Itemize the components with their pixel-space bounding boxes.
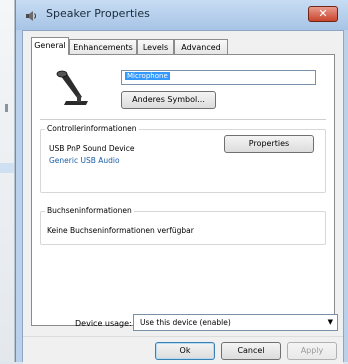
title-bar[interactable]: Speaker Properties ✕ bbox=[16, 0, 348, 30]
tab-general-label: General bbox=[34, 41, 66, 50]
speaker-properties-dialog: Speaker Properties ✕ General Enhancement… bbox=[15, 0, 348, 364]
apply-button[interactable]: Apply bbox=[287, 342, 337, 360]
tab-enhancements[interactable]: Enhancements bbox=[69, 39, 137, 54]
jack-info-group: Buchseninformationen Keine Buchseninform… bbox=[40, 206, 326, 245]
cancel-button-label: Cancel bbox=[237, 346, 265, 355]
device-name-input[interactable]: Microphone bbox=[121, 70, 316, 85]
driver-link[interactable]: Generic USB Audio bbox=[49, 156, 120, 165]
device-usage-value: Use this device (enable) bbox=[140, 318, 231, 327]
background-selection-strip bbox=[0, 163, 14, 173]
chevron-down-icon: ▼ bbox=[327, 318, 333, 326]
controller-info-legend: Controllerinformationen bbox=[45, 124, 139, 133]
tab-advanced[interactable]: Advanced bbox=[174, 39, 228, 54]
change-icon-button[interactable]: Anderes Symbol... bbox=[121, 91, 216, 109]
close-button[interactable]: ✕ bbox=[308, 6, 338, 22]
dialog-client-area: General Enhancements Levels Advanced Mic… bbox=[22, 30, 344, 364]
ok-button-label: Ok bbox=[179, 346, 191, 355]
device-usage-label: Device usage: bbox=[75, 319, 132, 328]
tab-levels[interactable]: Levels bbox=[137, 39, 174, 54]
apply-button-label: Apply bbox=[300, 346, 324, 355]
button-bar: Ok Cancel Apply bbox=[23, 336, 343, 364]
tab-levels-label: Levels bbox=[142, 43, 169, 52]
ok-button[interactable]: Ok bbox=[155, 342, 215, 360]
background-scroll-mark bbox=[5, 104, 8, 112]
window-title: Speaker Properties bbox=[46, 7, 150, 20]
cancel-button[interactable]: Cancel bbox=[221, 342, 281, 360]
device-usage-select[interactable]: Use this device (enable) ▼ bbox=[133, 314, 338, 331]
properties-button[interactable]: Properties bbox=[224, 135, 314, 153]
separator-top bbox=[40, 119, 326, 120]
jack-info-text: Keine Buchseninformationen verfügbar bbox=[47, 226, 194, 235]
tab-advanced-label: Advanced bbox=[181, 43, 221, 52]
close-icon: ✕ bbox=[318, 7, 328, 20]
tab-general[interactable]: General bbox=[31, 37, 69, 55]
device-name-value: Microphone bbox=[125, 72, 170, 80]
change-icon-button-label: Anderes Symbol... bbox=[132, 95, 205, 104]
general-tab-pane: Microphone Anderes Symbol... Controlleri… bbox=[31, 54, 335, 326]
tab-enhancements-label: Enhancements bbox=[73, 43, 133, 52]
properties-button-label: Properties bbox=[248, 139, 290, 148]
microphone-icon bbox=[56, 70, 88, 105]
speaker-icon bbox=[26, 11, 36, 21]
controller-info-group: Controllerinformationen USB PnP Sound De… bbox=[40, 124, 326, 193]
controller-device-name: USB PnP Sound Device bbox=[49, 144, 135, 153]
background-window-edge bbox=[0, 0, 15, 362]
jack-info-legend: Buchseninformationen bbox=[45, 206, 134, 215]
